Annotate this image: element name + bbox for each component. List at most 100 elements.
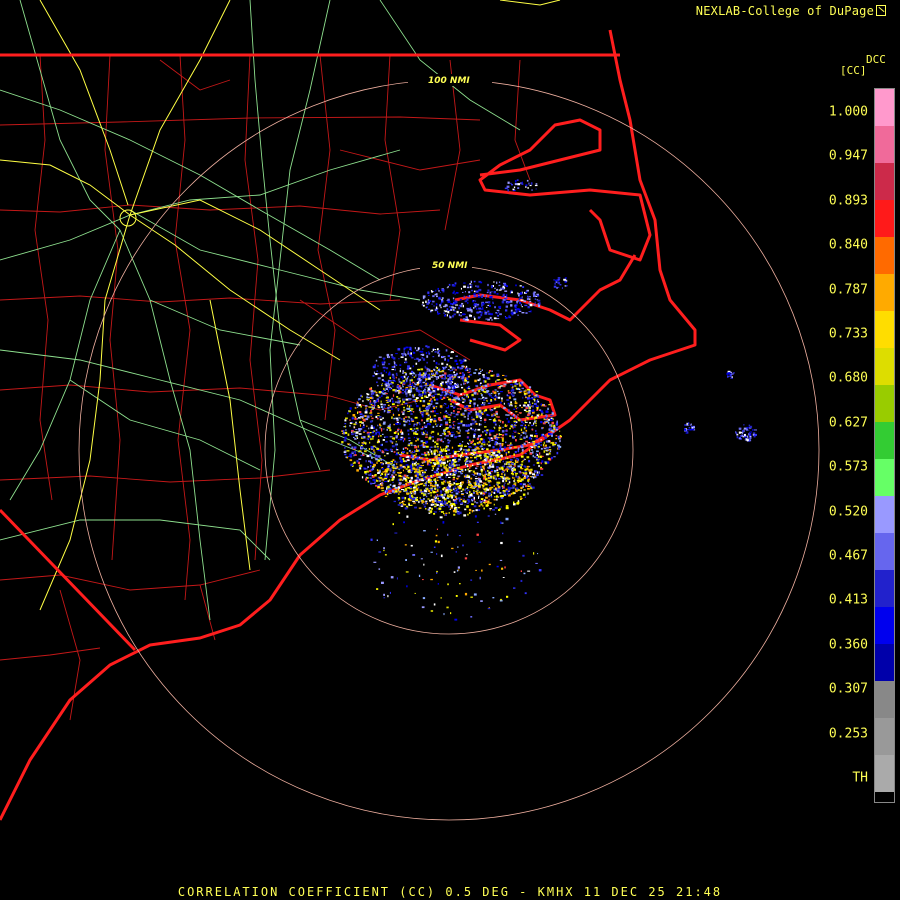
radar-echo-pixel — [480, 498, 484, 500]
radar-echo-pixel — [492, 446, 495, 449]
radar-echo-pixel — [419, 372, 421, 374]
radar-echo-pixel — [391, 397, 394, 400]
radar-echo-pixel — [504, 433, 508, 436]
radar-echo-pixel — [498, 442, 502, 445]
radar-echo-pixel — [372, 482, 375, 484]
radar-echo-pixel — [499, 433, 501, 436]
radar-echo-pixel — [445, 479, 447, 482]
radar-echo-pixel — [373, 391, 376, 393]
radar-echo-pixel — [364, 442, 367, 445]
radar-echo-pixel — [366, 468, 368, 470]
radar-echo-pixel — [470, 596, 473, 598]
radar-echo-pixel — [410, 408, 414, 410]
radar-echo-pixel — [476, 533, 479, 536]
radar-echo-pixel — [547, 457, 550, 460]
radar-echo-pixel — [442, 396, 446, 399]
radar-echo-pixel — [527, 442, 529, 444]
radar-echo-pixel — [381, 361, 385, 364]
radar-echo-pixel — [525, 407, 528, 409]
radar-echo-pixel — [445, 452, 447, 455]
radar-echo-pixel — [378, 435, 380, 438]
radar-echo-pixel — [493, 317, 497, 320]
radar-echo-pixel — [426, 431, 428, 434]
radar-echo-pixel — [403, 500, 405, 502]
radar-echo-pixel — [349, 459, 353, 462]
radar-echo-pixel — [414, 479, 418, 482]
radar-echo-pixel — [341, 443, 343, 446]
radar-echo-pixel — [409, 428, 413, 430]
radar-echo-pixel — [564, 281, 567, 283]
radar-echo-pixel — [543, 441, 545, 445]
radar-echo-pixel — [344, 431, 348, 434]
radar-echo-pixel — [382, 390, 384, 393]
radar-echo-pixel — [437, 348, 439, 351]
radar-echo-pixel — [415, 362, 418, 365]
radar-echo-pixel — [481, 295, 483, 298]
radar-echo-pixel — [743, 427, 747, 430]
radar-echo-pixel — [437, 363, 440, 365]
radar-echo-pixel — [422, 400, 426, 403]
radar-echo-pixel — [512, 491, 515, 495]
radar-echo-pixel — [553, 279, 555, 281]
radar-echo-pixel — [468, 508, 472, 512]
radar-echo-pixel — [473, 505, 477, 508]
radar-echo-pixel — [466, 377, 469, 380]
radar-echo-pixel — [504, 375, 508, 377]
radar-echo-pixel — [520, 489, 522, 492]
radar-echo-pixel — [484, 499, 486, 502]
radar-echo-pixel — [403, 351, 405, 353]
radar-echo-pixel — [377, 377, 381, 380]
radar-echo-pixel — [498, 289, 502, 291]
radar-echo-pixel — [430, 482, 432, 485]
radar-echo-pixel — [534, 435, 536, 438]
radar-echo-pixel — [466, 394, 469, 396]
radar-echo-pixel — [482, 492, 484, 495]
radar-echo-pixel — [457, 566, 460, 569]
radar-echo-pixel — [428, 300, 432, 302]
radar-echo-pixel — [501, 567, 503, 569]
radar-echo-pixel — [416, 463, 420, 465]
radar-echo-pixel — [402, 370, 405, 373]
radar-echo-pixel — [474, 428, 477, 430]
radar-echo-pixel — [426, 370, 429, 372]
radar-echo-pixel — [407, 433, 410, 436]
radar-echo-pixel — [443, 487, 446, 489]
radar-echo-pixel — [495, 433, 498, 436]
radar-echo-pixel — [488, 394, 492, 397]
radar-echo-pixel — [486, 448, 489, 451]
radar-echo-pixel — [515, 473, 517, 477]
radar-echo-pixel — [473, 300, 475, 302]
radar-echo-pixel — [464, 592, 468, 596]
radar-echo-pixel — [512, 188, 515, 191]
radar-echo-pixel — [525, 485, 527, 488]
radar-echo-pixel — [440, 306, 442, 309]
radar-echo-pixel — [368, 460, 371, 463]
radar-echo-pixel — [444, 358, 446, 361]
radar-echo-pixel — [401, 489, 404, 491]
radar-echo-pixel — [418, 455, 421, 457]
radar-echo-pixel — [481, 413, 484, 415]
radar-echo-pixel — [516, 308, 520, 311]
radar-echo-pixel — [426, 502, 428, 505]
radar-echo-pixel — [369, 441, 371, 444]
radar-echo-pixel — [415, 397, 419, 399]
radar-echo-pixel — [392, 463, 395, 466]
radar-echo-pixel — [483, 399, 486, 401]
radar-echo-pixel — [549, 449, 552, 451]
radar-echo-pixel — [464, 508, 467, 511]
radar-echo-pixel — [514, 405, 517, 408]
radar-echo-pixel — [451, 385, 455, 388]
radar-echo-pixel — [551, 457, 553, 459]
radar-echo-pixel — [371, 457, 373, 459]
radar-echo-pixel — [482, 467, 485, 469]
radar-echo-pixel — [423, 505, 426, 508]
radar-echo-pixel — [354, 417, 357, 420]
radar-echo-pixel — [559, 440, 561, 443]
radar-echo-pixel — [409, 379, 411, 382]
radar-echo-pixel — [417, 347, 420, 350]
radar-echo-pixel — [399, 479, 402, 481]
radar-echo-pixel — [461, 377, 464, 380]
radar-echo-pixel — [434, 293, 437, 296]
radar-echo-pixel — [457, 418, 459, 420]
launch-icon[interactable] — [876, 5, 886, 16]
